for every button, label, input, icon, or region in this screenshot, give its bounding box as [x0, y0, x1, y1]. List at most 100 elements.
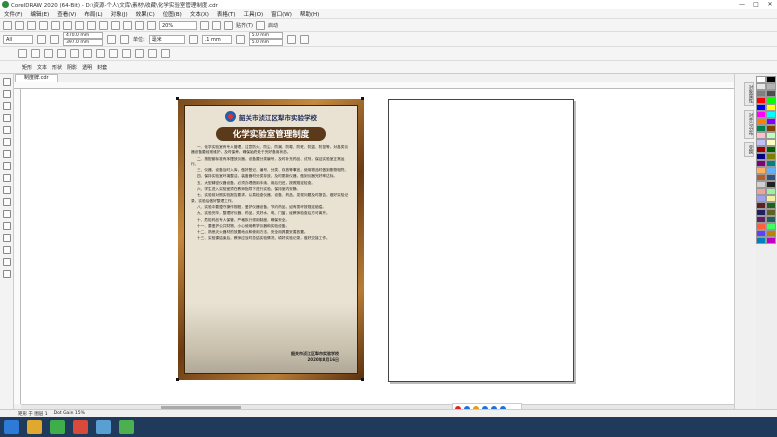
color-swatch[interactable]	[756, 104, 766, 111]
zoom-level-field[interactable]: 20%	[159, 20, 197, 30]
color-swatch[interactable]	[766, 132, 776, 139]
color-swatch[interactable]	[766, 90, 776, 97]
color-swatch[interactable]	[756, 167, 766, 174]
color-swatch[interactable]	[756, 174, 766, 181]
quick-rect[interactable]: 矩形	[22, 64, 32, 71]
selection-handle[interactable]	[176, 378, 179, 381]
landscape-icon[interactable]	[50, 34, 59, 44]
copy-icon[interactable]	[63, 20, 72, 30]
print-icon[interactable]	[39, 20, 48, 30]
nudge-distance-field[interactable]: .1 mm	[201, 34, 232, 44]
full-screen-icon[interactable]	[200, 20, 209, 30]
start-button-icon[interactable]	[4, 420, 19, 434]
color-swatch[interactable]	[766, 125, 776, 132]
minimize-button[interactable]: —	[735, 1, 749, 8]
menu-tools[interactable]: 工具(O)	[240, 10, 268, 18]
color-swatch[interactable]	[756, 153, 766, 160]
color-swatch[interactable]	[766, 76, 776, 83]
redo-icon[interactable]	[99, 20, 108, 30]
color-swatch[interactable]	[766, 83, 776, 90]
paste-icon[interactable]	[75, 20, 84, 30]
color-swatch[interactable]	[766, 181, 776, 188]
app-task-icon[interactable]	[96, 420, 111, 434]
color-swatch[interactable]	[756, 237, 766, 244]
color-swatch[interactable]	[756, 223, 766, 230]
artistic-media-icon[interactable]	[2, 138, 11, 146]
eyedropper-tool-icon[interactable]	[2, 246, 11, 254]
search-icon[interactable]	[111, 20, 120, 30]
units-select[interactable]: 毫米	[148, 34, 185, 44]
color-swatch[interactable]	[756, 160, 766, 167]
rulers-icon[interactable]	[212, 20, 221, 30]
docker-tab-align[interactable]: 对齐与分布	[744, 110, 754, 139]
color-swatch[interactable]	[756, 181, 766, 188]
color-swatch[interactable]	[766, 202, 776, 209]
color-swatch[interactable]	[756, 139, 766, 146]
color-swatch[interactable]	[756, 83, 766, 90]
quick-text[interactable]: 文本	[37, 64, 47, 71]
quick-shadow[interactable]: 阴影	[67, 64, 77, 71]
weld-icon[interactable]	[83, 49, 92, 58]
quick-shape[interactable]: 形状	[52, 64, 62, 71]
transparency-tool-icon[interactable]	[2, 234, 11, 242]
back-icon[interactable]	[135, 49, 144, 58]
color-swatch[interactable]	[766, 167, 776, 174]
smart-fill-icon[interactable]	[2, 270, 11, 278]
color-swatch[interactable]	[756, 97, 766, 104]
options-icon[interactable]	[299, 34, 309, 44]
app-task-icon[interactable]	[119, 420, 134, 434]
unlock-icon[interactable]	[161, 49, 170, 58]
color-swatch[interactable]	[756, 132, 766, 139]
color-swatch[interactable]	[766, 139, 776, 146]
launch-dropdown[interactable]: 启动	[268, 22, 278, 29]
color-swatch[interactable]	[766, 209, 776, 216]
color-swatch[interactable]	[756, 230, 766, 237]
color-swatch[interactable]	[766, 174, 776, 181]
portrait-icon[interactable]	[37, 34, 46, 44]
menu-view[interactable]: 查看(V)	[53, 10, 80, 18]
connector-tool-icon[interactable]	[2, 210, 11, 218]
polygon-tool-icon[interactable]	[2, 174, 11, 182]
color-swatch[interactable]	[756, 216, 766, 223]
quick-transparency[interactable]: 透明	[82, 64, 92, 71]
selection-handle[interactable]	[176, 97, 179, 100]
snap-to-dropdown[interactable]: 贴齐(T)	[236, 22, 253, 29]
menu-edit[interactable]: 编辑(E)	[26, 10, 53, 18]
docker-tab-transform[interactable]: 变换	[744, 142, 754, 157]
file-explorer-icon[interactable]	[27, 420, 42, 434]
menu-effects[interactable]: 效果(C)	[132, 10, 159, 18]
shape-tool-icon[interactable]	[2, 90, 11, 98]
blank-page[interactable]	[388, 99, 574, 382]
interactive-fill-icon[interactable]	[2, 258, 11, 266]
color-swatch[interactable]	[756, 118, 766, 125]
color-swatch[interactable]	[766, 153, 776, 160]
new-document-icon[interactable]	[3, 20, 12, 30]
crop-tool-icon[interactable]	[2, 102, 11, 110]
parallel-dimension-icon[interactable]	[2, 198, 11, 206]
color-swatch[interactable]	[766, 230, 776, 237]
menu-help[interactable]: 帮助(H)	[296, 10, 323, 18]
color-swatch[interactable]	[766, 118, 776, 125]
cut-icon[interactable]	[51, 20, 60, 30]
freehand-tool-icon[interactable]	[2, 126, 11, 134]
current-page-icon[interactable]	[120, 34, 129, 44]
align-icon[interactable]	[18, 49, 27, 58]
page-width-field[interactable]: 470.0 mm	[63, 32, 103, 39]
color-swatch[interactable]	[756, 146, 766, 153]
lock-icon[interactable]	[148, 49, 157, 58]
menu-bitmaps[interactable]: 位图(B)	[159, 10, 186, 18]
all-pages-icon[interactable]	[107, 34, 116, 44]
color-swatch[interactable]	[756, 111, 766, 118]
break-apart-icon[interactable]	[70, 49, 79, 58]
undo-icon[interactable]	[87, 20, 96, 30]
menu-layout[interactable]: 布局(L)	[80, 10, 106, 18]
rectangle-tool-icon[interactable]	[2, 150, 11, 158]
settings-gear-icon[interactable]	[255, 20, 265, 30]
menu-text[interactable]: 文本(X)	[186, 10, 213, 18]
menu-table[interactable]: 表格(T)	[213, 10, 240, 18]
selection-handle[interactable]	[361, 378, 364, 381]
page-preset-select[interactable]: All	[3, 34, 33, 44]
browser-task-icon[interactable]	[73, 420, 88, 434]
menu-file[interactable]: 文件(F)	[0, 10, 26, 18]
quick-envelope[interactable]: 封套	[97, 64, 107, 71]
